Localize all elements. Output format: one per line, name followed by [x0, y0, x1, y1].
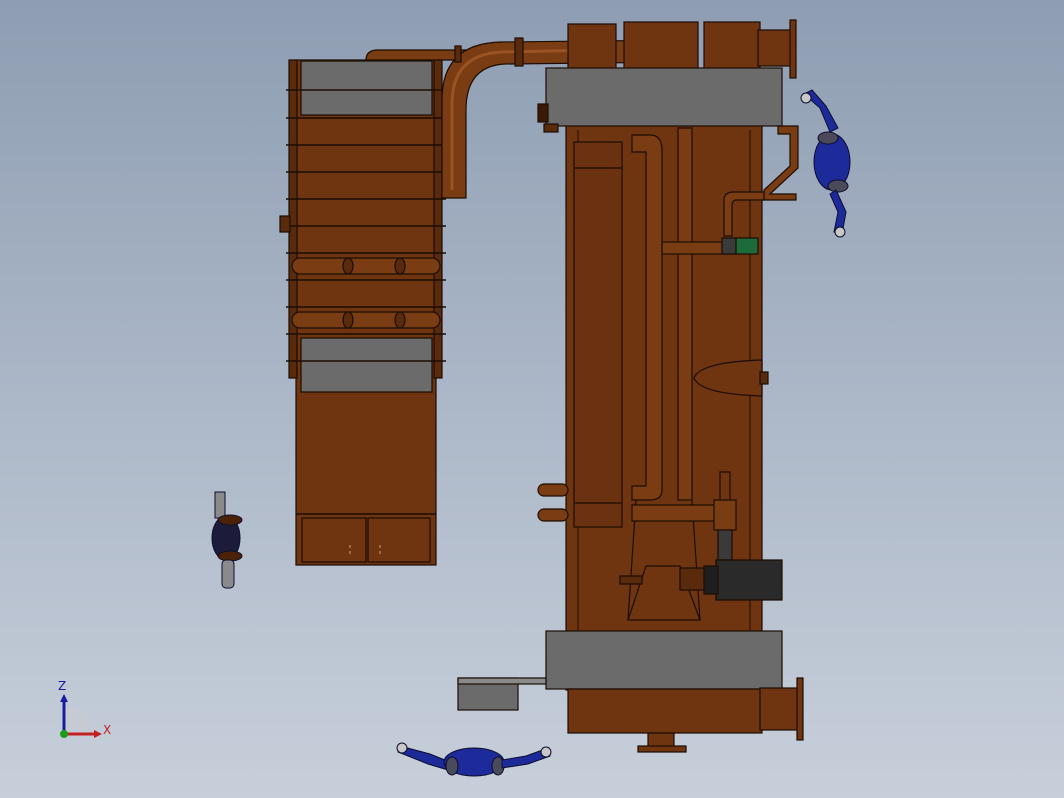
lower-valve-stem: [719, 471, 731, 503]
human-figure-right: [800, 89, 851, 238]
top-left-fitting: [537, 103, 549, 123]
left-side-nozzle: [279, 215, 291, 233]
coordinate-triad: Z X: [58, 679, 111, 738]
top-left-fitting-cap: [543, 123, 559, 133]
right-bent-pipe: [763, 125, 799, 201]
left-nozzle-upper[interactable]: [537, 483, 569, 497]
human-figure-left: [211, 491, 243, 589]
human-figure-bottom: [396, 742, 552, 777]
drain-flange[interactable]: [637, 745, 687, 753]
cabinet-door-right[interactable]: [367, 517, 431, 563]
bottom-outlet-flange[interactable]: [796, 677, 804, 741]
lower-valve-pipe: [717, 529, 733, 561]
left-tower[interactable]: [279, 59, 446, 566]
top-outlet-pipe: [757, 29, 793, 67]
z-axis-label: Z: [58, 679, 66, 693]
drip-tray-rim: [457, 677, 547, 685]
green-valve[interactable]: [733, 237, 759, 255]
cad-viewport[interactable]: Z X: [0, 0, 1064, 798]
y-axis-dot: [60, 730, 68, 738]
top-steel-band: [545, 67, 783, 127]
left-nozzle-lower[interactable]: [537, 508, 569, 522]
x-axis-label: X: [103, 723, 111, 737]
bottom-outlet-pipe: [759, 687, 799, 731]
left-tower-flange-right: [433, 59, 443, 379]
cabinet-door-left[interactable]: [301, 517, 367, 563]
right-tower[interactable]: [457, 19, 804, 753]
internal-riser-2: [677, 127, 693, 501]
top-stub-1: [567, 23, 617, 71]
column-base: [567, 688, 763, 734]
lower-valve-body[interactable]: [713, 499, 737, 531]
lower-cross-pipe: [631, 504, 717, 522]
bottom-steel-band: [545, 630, 783, 690]
top-stub-3: [703, 21, 761, 71]
side-dish-cap: [759, 371, 769, 385]
top-stub-2: [623, 21, 699, 71]
left-top-steel-cover: [300, 60, 433, 116]
z-axis-arrow: [60, 694, 68, 702]
left-mid-steel-cover: [300, 337, 433, 393]
triad-arc: [64, 706, 92, 734]
valve-body: [721, 237, 737, 255]
motor-flange: [703, 565, 719, 595]
x-axis-arrow: [94, 730, 102, 738]
inner-access-panel[interactable]: [573, 141, 623, 528]
drain-nozzle: [647, 732, 675, 748]
top-outlet-flange[interactable]: [789, 19, 797, 79]
pump-inlet: [619, 575, 643, 585]
motor[interactable]: [715, 559, 783, 601]
